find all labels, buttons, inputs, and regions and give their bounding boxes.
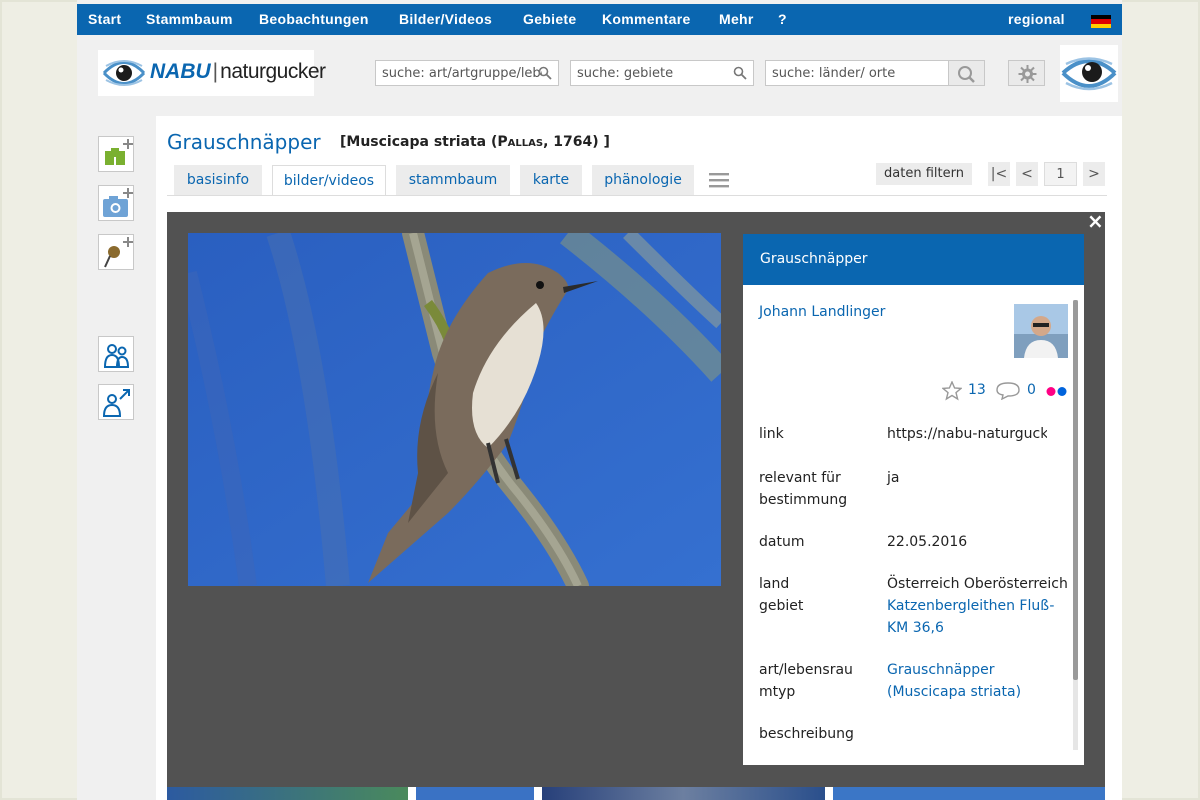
species-search-input[interactable]: suche: art/artgruppe/lebensraum (375, 60, 559, 86)
scientific-name-close: , 1764) ] (543, 134, 610, 150)
tab-basisinfo[interactable]: basisinfo (174, 165, 262, 196)
thumbnail[interactable] (167, 787, 408, 800)
add-photo-button[interactable] (98, 185, 134, 221)
nav-stammbaum[interactable]: Stammbaum (146, 11, 233, 27)
star-icon[interactable] (942, 381, 962, 401)
logo-naturgucker-text: naturgucker (220, 60, 326, 83)
search-button[interactable] (948, 60, 985, 86)
species-scientific-name: [Muscicapa striata (Pallas, 1764) ] (340, 134, 610, 150)
tab-divider (167, 195, 1107, 196)
pager-next-button[interactable]: > (1083, 162, 1105, 186)
page: Start Stammbaum Beobachtungen Bilder/Vid… (77, 0, 1122, 800)
date-value: 22.05.2016 (887, 534, 968, 550)
nav-mehr[interactable]: Mehr (719, 11, 754, 27)
profile-share-button[interactable] (98, 384, 134, 420)
area-label: gebiet (759, 598, 804, 614)
thumbnail[interactable] (542, 787, 825, 800)
relevant-label-1: relevant für (759, 470, 841, 486)
description-label: beschreibung (759, 726, 854, 742)
link-value[interactable]: https://nabu-naturgucker.de (887, 423, 1047, 445)
gear-icon (1018, 65, 1037, 83)
author-photo (1014, 304, 1068, 358)
tab-bilder-videos[interactable]: bilder/videos (272, 165, 386, 196)
german-flag-icon[interactable] (1091, 15, 1111, 28)
pager-first-button[interactable]: |< (988, 162, 1010, 186)
add-observation-button[interactable] (98, 136, 134, 172)
filter-data-button[interactable]: daten filtern (876, 163, 972, 185)
image-info-panel: Grauschnäpper Johann Landlinger 13 0 lin… (743, 234, 1084, 765)
tab-stammbaum[interactable]: stammbaum (396, 165, 510, 196)
star-count: 13 (968, 382, 986, 398)
pager-prev-button[interactable]: < (1016, 162, 1038, 186)
species-search-placeholder: suche: art/artgruppe/lebensraum (382, 66, 542, 81)
scientific-author: Pallas (497, 134, 544, 150)
land-value: Österreich Oberösterreich (887, 576, 1068, 592)
thumbnail[interactable] (416, 787, 534, 800)
search-icon[interactable] (733, 66, 747, 80)
relevant-value: ja (887, 470, 900, 486)
info-panel-header: Grauschnäpper (743, 234, 1084, 285)
land-label: land (759, 576, 790, 592)
area-link-line-2[interactable]: KM 36,6 (887, 617, 944, 639)
type-label-1: art/lebensrau (759, 662, 853, 678)
binoculars-plus-icon (105, 139, 133, 165)
nav-help[interactable]: ? (778, 11, 787, 27)
top-nav: Start Stammbaum Beobachtungen Bilder/Vid… (77, 4, 1122, 35)
search-icon (958, 66, 975, 83)
flickr-icon[interactable] (1045, 386, 1069, 397)
thumbnail-strip (167, 787, 1105, 800)
community-button[interactable] (98, 336, 134, 372)
area-link-line-1[interactable]: Katzenbergleithen Fluß- (887, 595, 1054, 617)
hamburger-menu-icon[interactable] (709, 172, 729, 188)
user-arrow-icon (102, 389, 130, 417)
info-scrollbar-thumb[interactable] (1073, 300, 1078, 680)
author-link[interactable]: Johann Landlinger (759, 304, 885, 320)
species-title: Grauschnäpper (167, 130, 321, 154)
logo-nabu-text: NABU (150, 60, 211, 83)
avatar[interactable] (1014, 304, 1068, 358)
search-icon[interactable] (538, 66, 552, 80)
nav-regional[interactable]: regional (1008, 11, 1065, 27)
info-panel-title: Grauschnäpper (760, 251, 868, 267)
nav-gebiete[interactable]: Gebiete (523, 11, 576, 27)
eye-logo-icon (1061, 57, 1117, 91)
pager-page-input[interactable]: 1 (1044, 162, 1077, 186)
area-search-input[interactable]: suche: gebiete (570, 60, 754, 86)
eye-corner-logo[interactable] (1060, 45, 1118, 102)
bird-image (188, 233, 721, 586)
tab-karte[interactable]: karte (520, 165, 582, 196)
add-area-button[interactable] (98, 234, 134, 270)
users-icon (103, 344, 130, 368)
date-label: datum (759, 534, 805, 550)
scientific-name-open: [Muscicapa striata ( (340, 134, 498, 150)
settings-button[interactable] (1008, 60, 1045, 86)
type-link-line-2[interactable]: (Muscicapa striata) (887, 681, 1021, 703)
nav-bilder-videos[interactable]: Bilder/Videos (399, 11, 492, 27)
nav-start[interactable]: Start (88, 11, 121, 27)
relevant-label-2: bestimmung (759, 492, 848, 508)
logo-separator: | (212, 60, 219, 83)
nav-kommentare[interactable]: Kommentare (602, 11, 691, 27)
type-label-2: mtyp (759, 684, 796, 700)
comment-icon[interactable] (996, 382, 1020, 400)
type-link-line-1[interactable]: Grauschnäpper (887, 659, 995, 681)
tab-phaenologie[interactable]: phänologie (592, 165, 694, 196)
thumbnail[interactable] (833, 787, 1105, 800)
link-label: link (759, 426, 784, 442)
nabu-logo[interactable]: NABU|naturgucker (98, 50, 326, 96)
nav-beobachtungen[interactable]: Beobachtungen (259, 11, 369, 27)
pin-plus-icon (104, 237, 133, 268)
bird-photo[interactable] (188, 233, 721, 586)
country-search-input[interactable]: suche: länder/ orte (765, 60, 949, 86)
camera-plus-icon (103, 188, 133, 217)
area-search-placeholder: suche: gebiete (577, 66, 674, 81)
eye-logo-icon (102, 60, 146, 86)
close-icon[interactable]: × (1087, 211, 1104, 231)
comment-count: 0 (1027, 382, 1036, 398)
country-search-placeholder: suche: länder/ orte (772, 66, 896, 81)
